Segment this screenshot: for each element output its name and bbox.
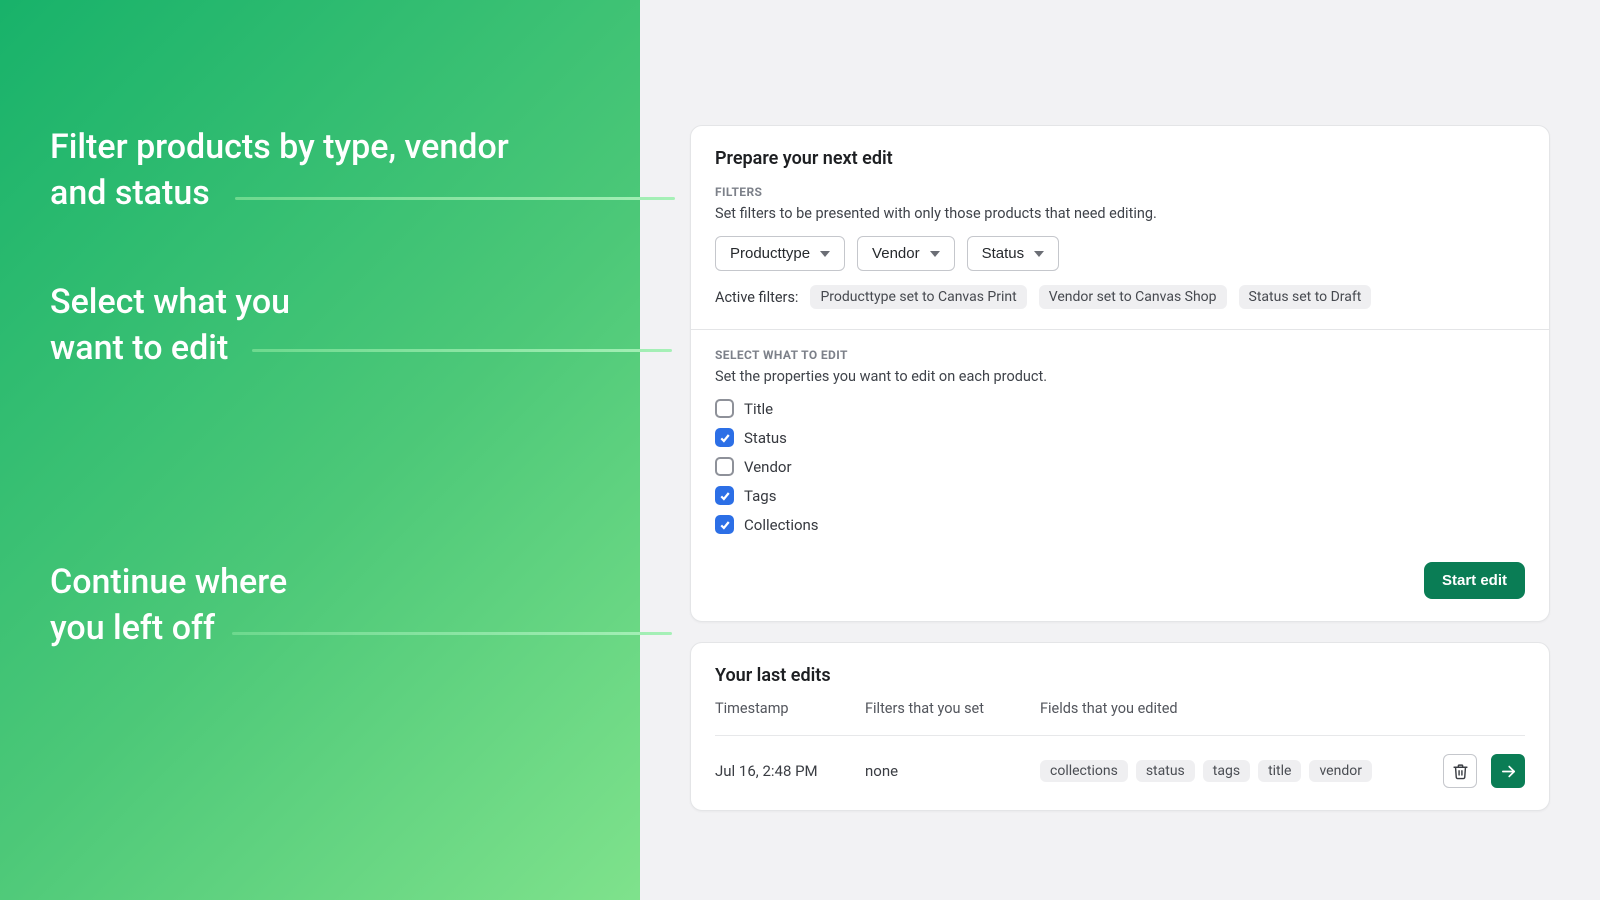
field-pill: vendor: [1309, 760, 1371, 782]
col-filters: Filters that you set: [865, 700, 1040, 717]
callout-continue: Continue where you left off: [50, 560, 310, 652]
prepare-title: Prepare your next edit: [715, 148, 1525, 169]
producttype-dropdown[interactable]: Producttype: [715, 236, 845, 271]
arrow-right-icon: [1500, 763, 1517, 780]
cell-fields: collections status tags title vendor: [1040, 760, 1375, 782]
field-pill: collections: [1040, 760, 1128, 782]
option-label: Tags: [744, 487, 776, 505]
col-timestamp: Timestamp: [715, 700, 865, 717]
callout-filter: Filter products by type, vendor and stat…: [50, 125, 550, 217]
delete-edit-button[interactable]: [1443, 754, 1477, 788]
last-edits-title: Your last edits: [715, 665, 1525, 686]
option-label: Vendor: [744, 458, 792, 476]
cell-filters: none: [865, 762, 1040, 780]
callout-select: Select what you want to edit: [50, 280, 310, 372]
dropdown-label: Producttype: [730, 245, 810, 262]
option-collections[interactable]: Collections: [715, 515, 1525, 534]
option-status[interactable]: Status: [715, 428, 1525, 447]
option-title[interactable]: Title: [715, 399, 1525, 418]
checkbox-icon: [715, 486, 734, 505]
connector-line: [232, 632, 672, 635]
checkbox-icon: [715, 515, 734, 534]
select-subtext: Set the properties you want to edit on e…: [715, 368, 1525, 385]
active-filters-label: Active filters:: [715, 289, 798, 306]
connector-line: [252, 349, 672, 352]
resume-edit-button[interactable]: [1491, 754, 1525, 788]
active-filter-pill[interactable]: Status set to Draft: [1239, 285, 1372, 309]
status-dropdown[interactable]: Status: [967, 236, 1060, 271]
field-pill: title: [1258, 760, 1301, 782]
marketing-panel: Filter products by type, vendor and stat…: [0, 0, 640, 900]
option-label: Status: [744, 429, 787, 447]
chevron-down-icon: [820, 251, 830, 257]
vendor-dropdown[interactable]: Vendor: [857, 236, 955, 271]
field-pill: tags: [1203, 760, 1250, 782]
connector-line: [235, 197, 675, 200]
last-edit-row: Jul 16, 2:48 PM none collections status …: [715, 735, 1525, 788]
active-filter-pill[interactable]: Producttype set to Canvas Print: [810, 285, 1026, 309]
option-label: Title: [744, 400, 773, 418]
option-label: Collections: [744, 516, 819, 534]
prepare-edit-card: Prepare your next edit FILTERS Set filte…: [690, 125, 1550, 622]
start-edit-button[interactable]: Start edit: [1424, 562, 1525, 599]
active-filters: Active filters: Producttype set to Canva…: [715, 285, 1525, 309]
dropdown-label: Vendor: [872, 245, 920, 262]
dropdown-label: Status: [982, 245, 1025, 262]
col-fields: Fields that you edited: [1040, 700, 1375, 717]
edit-options-list: Title Status Vendor Tags Collections: [715, 399, 1525, 534]
select-caption: SELECT WHAT TO EDIT: [715, 348, 1525, 362]
checkbox-icon: [715, 457, 734, 476]
app-area: Prepare your next edit FILTERS Set filte…: [640, 0, 1600, 900]
last-edits-header: Timestamp Filters that you set Fields th…: [715, 700, 1525, 723]
cell-timestamp: Jul 16, 2:48 PM: [715, 762, 865, 780]
checkbox-icon: [715, 399, 734, 418]
field-pill: status: [1136, 760, 1195, 782]
filters-caption: FILTERS: [715, 185, 1525, 199]
last-edits-card: Your last edits Timestamp Filters that y…: [690, 642, 1550, 811]
option-vendor[interactable]: Vendor: [715, 457, 1525, 476]
trash-icon: [1452, 763, 1469, 780]
chevron-down-icon: [930, 251, 940, 257]
divider: [691, 329, 1549, 330]
checkbox-icon: [715, 428, 734, 447]
filters-subtext: Set filters to be presented with only th…: [715, 205, 1525, 222]
chevron-down-icon: [1034, 251, 1044, 257]
active-filter-pill[interactable]: Vendor set to Canvas Shop: [1039, 285, 1227, 309]
option-tags[interactable]: Tags: [715, 486, 1525, 505]
